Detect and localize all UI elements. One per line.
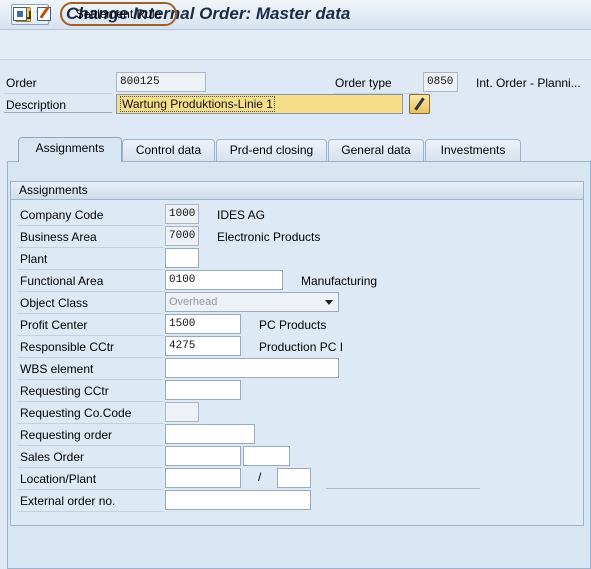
tab-prd-end-closing[interactable]: Prd-end closing: [216, 139, 327, 161]
location-plant-field[interactable]: [277, 468, 311, 488]
order-label-underline: [4, 93, 112, 94]
row-underline: [17, 467, 163, 468]
location-plant-label: Location/Plant: [20, 472, 97, 486]
sales-order-item-field[interactable]: [243, 446, 290, 466]
edit-document-icon[interactable]: [37, 7, 51, 21]
row-underline: [17, 357, 163, 358]
profit-center-label: Profit Center: [20, 318, 88, 332]
settlement-rule-button[interactable]: Settlement Rule: [60, 2, 177, 26]
location-field[interactable]: [165, 468, 241, 488]
business-area-label: Business Area: [20, 230, 97, 244]
row-underline: [17, 225, 163, 226]
sales-order-field[interactable]: [165, 446, 241, 466]
object-class-value: Overhead: [169, 296, 218, 308]
requesting-cctr-field[interactable]: [165, 380, 241, 400]
plant-field[interactable]: [165, 248, 199, 268]
order-type-field[interactable]: 0850: [423, 72, 458, 92]
requesting-cctr-label: Requesting CCtr: [20, 384, 109, 398]
responsible-cctr-field[interactable]: 4275: [165, 336, 241, 356]
tab-assignments[interactable]: Assignments: [18, 137, 122, 162]
location-description-line: [326, 488, 480, 489]
row-underline: [17, 401, 163, 402]
requesting-order-field[interactable]: [165, 424, 255, 444]
business-area-text: Electronic Products: [217, 230, 321, 244]
assignments-group-title: Assignments: [10, 181, 584, 200]
requesting-order-label: Requesting order: [20, 428, 113, 442]
company-code-label: Company Code: [20, 208, 104, 222]
external-order-label: External order no.: [20, 494, 116, 508]
requesting-cocode-label: Requesting Co.Code: [20, 406, 132, 420]
order-type-label: Order type: [335, 76, 392, 90]
sales-order-label: Sales Order: [20, 450, 85, 464]
tab-general-data[interactable]: General data: [328, 139, 424, 161]
profit-center-text: PC Products: [259, 318, 327, 332]
row-underline: [17, 313, 163, 314]
row-underline: [17, 269, 163, 270]
row-underline: [17, 445, 163, 446]
external-order-field[interactable]: [165, 490, 311, 510]
order-label: Order: [6, 76, 37, 90]
long-text-edit-button[interactable]: [409, 94, 430, 114]
row-underline: [17, 423, 163, 424]
description-field[interactable]: Wartung Produktions-Linie 1: [116, 94, 403, 114]
profit-center-field[interactable]: 1500: [165, 314, 241, 334]
business-area-field[interactable]: 7000: [165, 226, 199, 246]
object-class-label: Object Class: [20, 296, 89, 310]
document-overview-icon[interactable]: [13, 7, 27, 21]
description-label: Description: [6, 98, 67, 112]
functional-area-text: Manufacturing: [301, 274, 378, 288]
requesting-cocode-field[interactable]: [165, 402, 199, 422]
row-underline: [17, 247, 163, 248]
row-underline: [17, 511, 163, 512]
plant-label: Plant: [20, 252, 48, 266]
tab-control-data[interactable]: Control data: [122, 139, 215, 161]
application-toolbar: [0, 31, 591, 60]
functional-area-label: Functional Area: [20, 274, 104, 288]
tab-investments[interactable]: Investments: [425, 139, 521, 161]
row-underline: [17, 335, 163, 336]
chevron-down-icon: [325, 300, 333, 305]
description-value: Wartung Produktions-Linie 1: [120, 96, 275, 112]
order-field[interactable]: 800125: [116, 72, 206, 92]
responsible-cctr-label: Responsible CCtr: [20, 340, 115, 354]
company-code-text: IDES AG: [217, 208, 266, 222]
object-class-dropdown[interactable]: Overhead: [165, 292, 339, 312]
row-underline: [17, 489, 163, 490]
responsible-cctr-text: Production PC I: [259, 340, 344, 354]
company-code-field[interactable]: 1000: [165, 204, 199, 224]
row-underline: [17, 379, 163, 380]
functional-area-field[interactable]: 0100: [165, 270, 283, 290]
location-plant-separator: /: [258, 470, 262, 484]
wbs-element-field[interactable]: [165, 358, 339, 378]
order-type-description: Int. Order - Planni...: [476, 76, 581, 90]
row-underline: [17, 291, 163, 292]
wbs-element-label: WBS element: [20, 362, 94, 376]
